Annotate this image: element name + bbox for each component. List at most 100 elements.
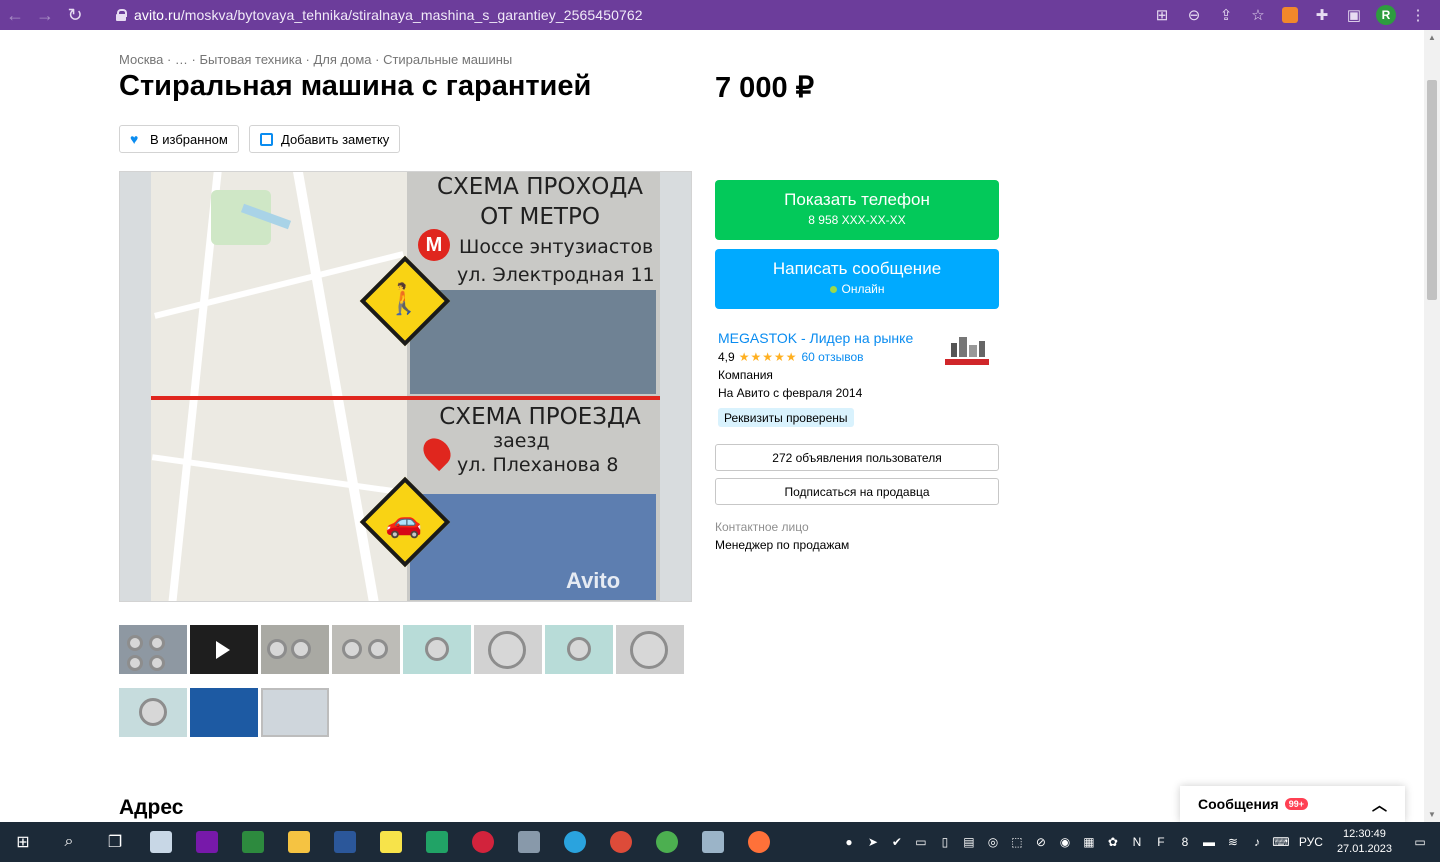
- messenger-widget[interactable]: Сообщения 99+ ︿: [1180, 786, 1405, 822]
- tray-leaf-icon[interactable]: ✿: [1101, 822, 1125, 862]
- seller-type: Компания: [718, 368, 773, 382]
- thumbnail-video[interactable]: [190, 625, 258, 674]
- tray-app-1-icon[interactable]: ●: [837, 822, 861, 862]
- clock-date: 27.01.2023: [1336, 843, 1392, 855]
- language-indicator[interactable]: РУС: [1293, 822, 1329, 862]
- tray-app-8-icon[interactable]: 8: [1173, 822, 1197, 862]
- word-app-icon[interactable]: [322, 822, 368, 862]
- telegram-app-icon[interactable]: [552, 822, 598, 862]
- photo-left-blur: [120, 172, 151, 601]
- zoom-icon[interactable]: ⊖: [1178, 0, 1210, 30]
- app-9-icon[interactable]: [506, 822, 552, 862]
- pedestrian-glyph: 🚶: [385, 283, 423, 316]
- reviews-link[interactable]: 60 отзывов: [801, 350, 863, 364]
- messenger-badge: 99+: [1284, 798, 1308, 810]
- tray-monitor-icon[interactable]: ▭: [909, 822, 933, 862]
- forward-icon[interactable]: →: [30, 0, 60, 30]
- seller-since: На Авито с февраля 2014: [718, 386, 863, 400]
- files-app-icon[interactable]: [138, 822, 184, 862]
- back-icon[interactable]: ←: [0, 0, 30, 30]
- url-text: avito.ru/moskva/bytovaya_tehnika/stiraln…: [134, 7, 643, 23]
- tray-check-icon[interactable]: ✔: [885, 822, 909, 862]
- notifications-icon[interactable]: ▭: [1400, 822, 1440, 862]
- metamask-extension-icon[interactable]: [1274, 0, 1306, 30]
- main-photo[interactable]: СХЕМА ПРОХОДА ОТ МЕТРО M Шоссе энтузиаст…: [119, 171, 692, 602]
- seller-logo[interactable]: [945, 335, 989, 369]
- write-message-button[interactable]: Написать сообщение Онлайн: [715, 249, 999, 309]
- chrome-profile-app-icon[interactable]: [644, 822, 690, 862]
- add-note-label: Добавить заметку: [281, 131, 390, 147]
- onenote-app-icon[interactable]: [184, 822, 230, 862]
- reload-icon[interactable]: ↻: [60, 0, 90, 30]
- menu-kebab-icon[interactable]: ⋮: [1402, 0, 1434, 30]
- tray-crop-icon[interactable]: ⬚: [1005, 822, 1029, 862]
- thumbnail-5[interactable]: [403, 625, 471, 674]
- image-metro-station: Шоссе энтузиастов: [459, 236, 654, 258]
- sidepanel-icon[interactable]: ▣: [1338, 0, 1370, 30]
- sheets-app-icon[interactable]: [414, 822, 460, 862]
- tray-forbidden-icon[interactable]: ⊘: [1029, 822, 1053, 862]
- scroll-up-icon[interactable]: ▲: [1428, 33, 1436, 42]
- price: 7 000 ₽: [715, 72, 815, 104]
- chevron-up-icon[interactable]: ︿: [1372, 794, 1387, 815]
- page-scrollbar[interactable]: ▲ ▼: [1424, 30, 1440, 822]
- page-title: Стиральная машина с гарантией: [119, 70, 592, 102]
- show-phone-button[interactable]: Показать телефон 8 958 XXX-XX-XX: [715, 180, 999, 240]
- chart-app-icon[interactable]: [230, 822, 276, 862]
- seller-rating: 4,9 ★★★★★ 60 отзывов: [718, 350, 864, 364]
- breadcrumb[interactable]: Москва · … · Бытовая техника · Для дома …: [119, 52, 512, 67]
- windows-start-icon[interactable]: ⊞: [0, 822, 46, 862]
- note-icon: [260, 132, 273, 146]
- volume-icon[interactable]: ♪: [1245, 822, 1269, 862]
- bookmark-star-icon[interactable]: ☆: [1242, 0, 1274, 30]
- thumbnail-4[interactable]: [332, 625, 400, 674]
- contact-person: Менеджер по продажам: [715, 538, 850, 552]
- address-bar[interactable]: avito.ru/moskva/bytovaya_tehnika/stiraln…: [108, 3, 1268, 27]
- thumbnail-10[interactable]: [190, 688, 258, 737]
- firefox-app-icon[interactable]: [736, 822, 782, 862]
- profile-avatar[interactable]: R: [1370, 0, 1402, 30]
- favorite-button[interactable]: ♥ В избранном: [119, 125, 239, 153]
- thumbnail-1[interactable]: [119, 625, 187, 674]
- add-note-button[interactable]: Добавить заметку: [249, 125, 401, 153]
- online-dot-icon: [829, 286, 837, 293]
- tray-window-icon[interactable]: ▦: [1077, 822, 1101, 862]
- tray-fx-icon[interactable]: F: [1149, 822, 1173, 862]
- tray-target-icon[interactable]: ◎: [981, 822, 1005, 862]
- subscribe-seller-button[interactable]: Подписаться на продавца: [715, 478, 999, 505]
- keyboard-icon[interactable]: ⌨: [1269, 822, 1293, 862]
- clock[interactable]: 12:30:49 27.01.2023: [1337, 827, 1392, 857]
- translate-icon[interactable]: ⊞: [1146, 0, 1178, 30]
- thumbnail-3[interactable]: [261, 625, 329, 674]
- search-icon[interactable]: ⌕: [46, 822, 92, 862]
- tray-onenote-icon[interactable]: N: [1125, 822, 1149, 862]
- explorer-app-icon[interactable]: [276, 822, 322, 862]
- photo-right-blur: [660, 172, 691, 601]
- tray-vpn-icon[interactable]: ◉: [1053, 822, 1077, 862]
- chrome-app-icon[interactable]: [598, 822, 644, 862]
- app-8-icon[interactable]: [460, 822, 506, 862]
- thumbnail-9[interactable]: [119, 688, 187, 737]
- share-icon[interactable]: ⇪: [1210, 0, 1242, 30]
- thumbnail-11-selected[interactable]: [261, 688, 329, 737]
- scroll-down-icon[interactable]: ▼: [1428, 810, 1436, 819]
- wifi-icon[interactable]: ≋: [1221, 822, 1245, 862]
- thumbnail-6[interactable]: [474, 625, 542, 674]
- tray-battery-icon[interactable]: ▬: [1197, 822, 1221, 862]
- calculator-app-icon[interactable]: [690, 822, 736, 862]
- metro-icon: M: [418, 229, 450, 261]
- tray-note-icon[interactable]: ▤: [957, 822, 981, 862]
- clock-time: 12:30:49: [1343, 828, 1386, 840]
- seller-name-link[interactable]: MEGASTOK - Лидер на рынке: [718, 330, 913, 346]
- system-tray: ● ➤ ✔ ▭ ▯ ▤ ◎ ⬚ ⊘ ◉ ▦ ✿ N F 8 ▬ ≋ ♪ ⌨ РУ…: [837, 822, 1440, 862]
- thumbnail-7[interactable]: [545, 625, 613, 674]
- tray-send-icon[interactable]: ➤: [861, 822, 885, 862]
- thumbnail-8[interactable]: [616, 625, 684, 674]
- scroll-thumb[interactable]: [1427, 80, 1437, 300]
- image-street-1: ул. Электродная 11: [457, 264, 655, 286]
- seller-ads-button[interactable]: 272 объявления пользователя: [715, 444, 999, 471]
- notes-app-icon[interactable]: [368, 822, 414, 862]
- extensions-icon[interactable]: ✚: [1306, 0, 1338, 30]
- task-view-icon[interactable]: ❐: [92, 822, 138, 862]
- tray-file-icon[interactable]: ▯: [933, 822, 957, 862]
